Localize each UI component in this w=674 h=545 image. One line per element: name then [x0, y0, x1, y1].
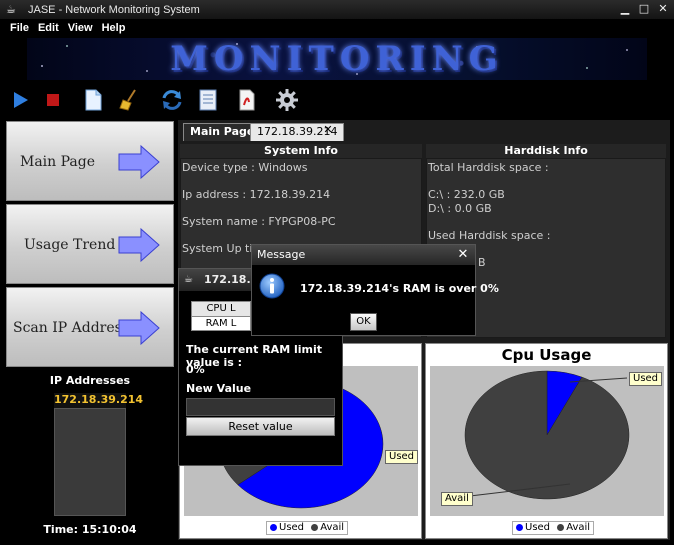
system-info-header: System Info — [180, 144, 422, 158]
refresh-icon[interactable] — [160, 88, 184, 112]
sidebar-button-label: Scan IP Address — [13, 320, 130, 336]
arrow-right-icon — [118, 227, 160, 263]
pdf-report-icon[interactable] — [234, 88, 258, 112]
new-value-label: New Value — [186, 382, 252, 395]
dialog-close-icon[interactable]: ✕ — [457, 248, 469, 262]
dialog-title: Message — [252, 245, 475, 265]
settings-gear-icon[interactable] — [275, 88, 299, 112]
sidebar-button-label: Usage Trend — [24, 237, 116, 253]
menu-help[interactable]: Help — [102, 22, 126, 34]
list-document-icon[interactable] — [196, 88, 220, 112]
sidebar-main-page-button[interactable]: Main Page — [6, 121, 174, 201]
menu-view[interactable]: View — [68, 22, 93, 34]
new-document-icon[interactable] — [81, 88, 105, 112]
legend-avail-swatch — [311, 524, 319, 531]
time-label: Time: 15:10:04 — [43, 523, 137, 536]
play-icon[interactable] — [8, 88, 32, 112]
reset-value-button[interactable]: Reset value — [186, 417, 335, 436]
cpu-chart-legend: Used Avail — [512, 521, 595, 535]
ram-slice-label-used: Used — [385, 450, 419, 464]
legend-used-swatch — [270, 524, 277, 531]
sidebar-usage-trend-button[interactable]: Usage Trend — [6, 204, 174, 284]
cpu-usage-chart: Cpu Usage Used Avail Used Avail — [425, 343, 668, 539]
info-icon — [259, 273, 285, 299]
monitoring-banner: MONITORING — [27, 38, 647, 80]
window-title: JASE - Network Monitoring System — [28, 3, 200, 16]
cpu-chart-title: Cpu Usage — [501, 346, 592, 364]
ip-list-item-selected[interactable]: 172.18.39.214 — [54, 393, 143, 408]
tab-cpu-limit[interactable]: CPU L — [191, 301, 251, 316]
tab-close-icon[interactable]: ✕ — [322, 124, 334, 136]
drive-d: D:\ : 0.0 GB — [428, 202, 492, 215]
ram-chart-legend: Used Avail — [266, 521, 349, 535]
dialog-message: 172.18.39.214's RAM is over 0% — [300, 282, 499, 295]
legend-used: Used — [279, 522, 305, 533]
cpu-slice-label-used: Used — [629, 372, 663, 386]
cpu-slice-avail — [464, 370, 630, 500]
used-harddisk-label: Used Harddisk space : — [428, 229, 551, 242]
harddisk-info-header: Harddisk Info — [426, 144, 666, 158]
arrow-right-icon — [118, 310, 160, 346]
stop-icon[interactable] — [41, 88, 65, 112]
banner-title: MONITORING — [170, 39, 504, 79]
menu-bar: File Edit View Help — [0, 19, 674, 37]
legend-avail: Avail — [566, 522, 591, 533]
system-name: System name : FYPGP08-PC — [182, 215, 336, 228]
menu-edit[interactable]: Edit — [38, 22, 59, 34]
maximize-button[interactable]: □ — [637, 3, 651, 16]
coffee-cup-icon: ☕ — [184, 274, 193, 285]
ip-list[interactable] — [54, 408, 126, 516]
drive-c: C:\ : 232.0 GB — [428, 188, 505, 201]
close-button[interactable]: ✕ — [656, 3, 670, 16]
ip-addresses-panel: IP Addresses 172.18.39.214 Time: 15:10:0… — [6, 370, 174, 540]
coffee-cup-icon: ☕ — [6, 2, 16, 16]
ok-button[interactable]: OK — [350, 313, 377, 331]
ip-address: Ip address : 172.18.39.214 — [182, 188, 331, 201]
legend-used-swatch — [516, 524, 523, 531]
sidebar-button-label: Main Page — [20, 154, 96, 170]
minimize-button[interactable]: ▁ — [618, 3, 632, 16]
cpu-slice-label-avail: Avail — [441, 492, 473, 506]
ip-panel-title: IP Addresses — [49, 374, 131, 387]
sidebar-scan-ip-button[interactable]: Scan IP Address — [6, 287, 174, 367]
total-harddisk-label: Total Harddisk space : — [428, 161, 549, 174]
legend-used: Used — [525, 522, 551, 533]
title-bar: ☕ JASE - Network Monitoring System ▁ □ ✕ — [0, 0, 674, 19]
new-value-input[interactable] — [186, 398, 335, 416]
message-dialog: Message ✕ 172.18.39.214's RAM is over 0%… — [251, 244, 499, 336]
used-harddisk-value: B — [478, 256, 486, 269]
broom-icon[interactable] — [117, 88, 141, 112]
legend-avail: Avail — [320, 522, 345, 533]
tab-ram-limit[interactable]: RAM L — [191, 316, 251, 331]
device-type: Device type : Windows — [182, 161, 308, 174]
ram-limit-value: 0% — [186, 363, 205, 376]
ram-limit-text: The current RAM limit value is : — [186, 343, 322, 369]
arrow-right-icon — [118, 144, 160, 180]
menu-file[interactable]: File — [10, 22, 29, 34]
legend-avail-swatch — [557, 524, 565, 531]
